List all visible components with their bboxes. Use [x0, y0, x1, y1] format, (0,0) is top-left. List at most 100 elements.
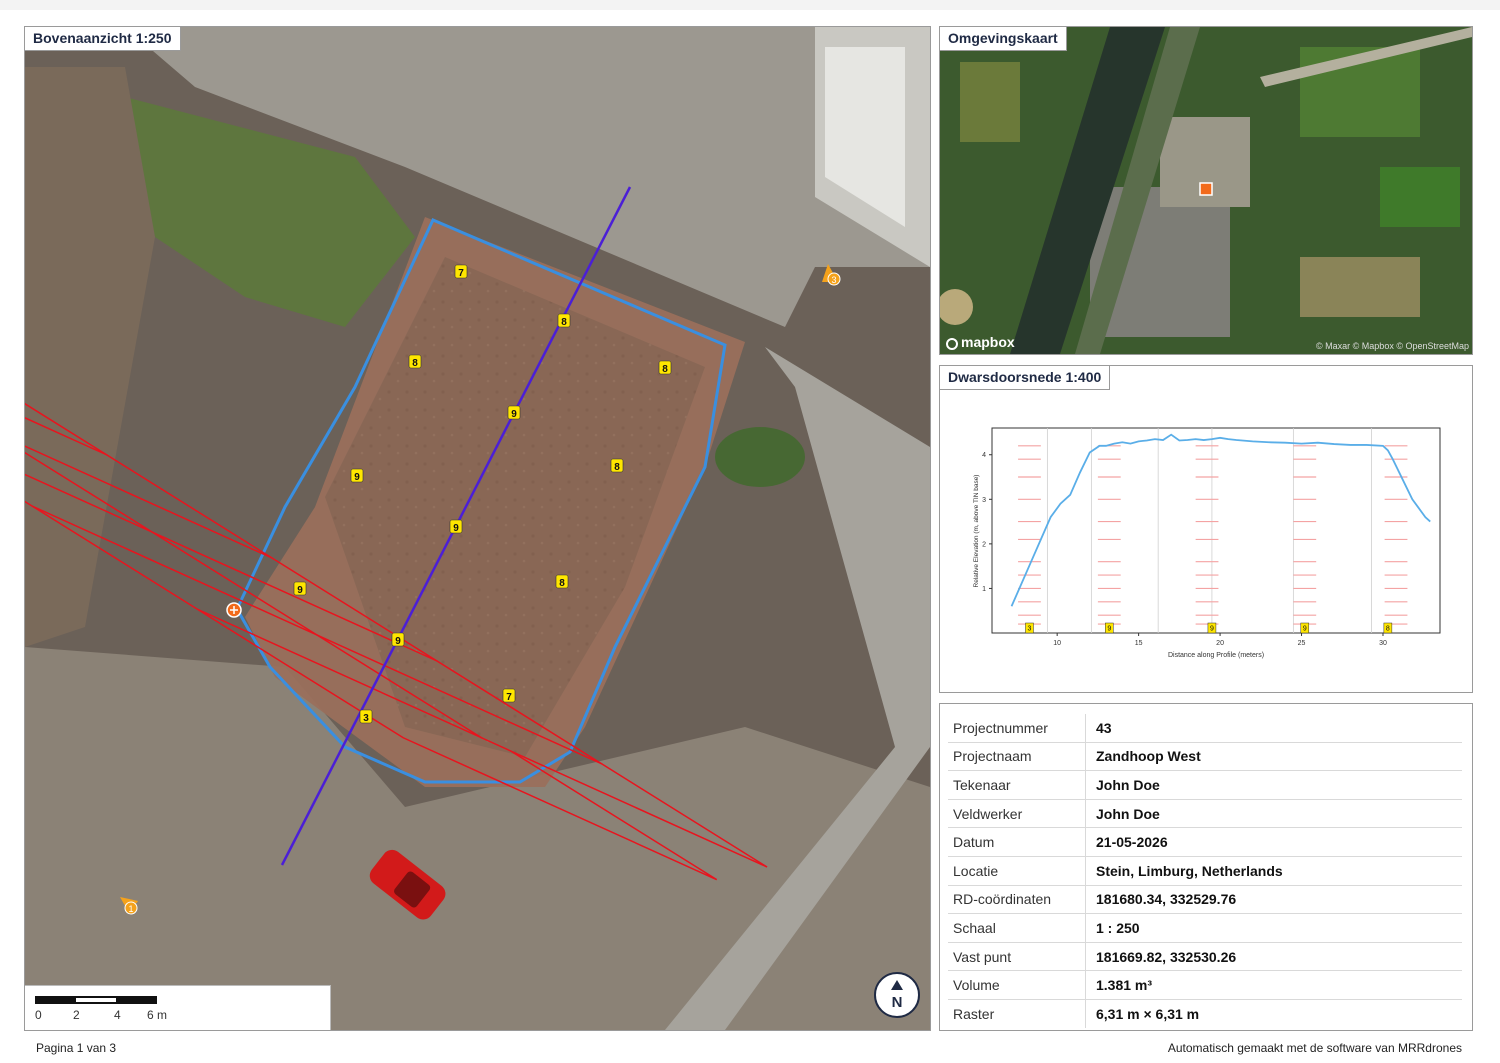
- grid-value-label: 8: [610, 458, 624, 473]
- site-location-marker[interactable]: [1199, 182, 1213, 196]
- info-value: Zandhoop West: [1085, 742, 1462, 772]
- column-value-label: 9: [1105, 622, 1114, 634]
- svg-text:8: 8: [662, 364, 668, 375]
- svg-text:7: 7: [458, 268, 464, 279]
- info-label: Volume: [948, 970, 1086, 1000]
- svg-text:9: 9: [1210, 626, 1214, 633]
- info-row: Projectnummer 43: [948, 714, 1462, 743]
- mapbox-logo-icon: [946, 338, 958, 350]
- scale-label-2: 2: [73, 1008, 80, 1022]
- x-tick-label: 20: [1216, 640, 1224, 647]
- info-row: Projectnaam Zandhoop West: [948, 742, 1462, 772]
- info-row: RD-coördinaten 181680.34, 332529.76: [948, 885, 1462, 915]
- x-tick-label: 10: [1053, 640, 1061, 647]
- info-value: John Doe: [1085, 799, 1462, 829]
- grid-value-label: 9: [449, 519, 463, 534]
- info-value: 1.381 m³: [1085, 970, 1462, 1000]
- info-label: Schaal: [948, 913, 1086, 943]
- scale-bar-graphic: [35, 996, 157, 1004]
- y-tick-label: 4: [982, 452, 986, 459]
- info-value: 181680.34, 332529.76: [1085, 885, 1462, 915]
- grid-value-label: 8: [555, 574, 569, 589]
- page-indicator: Pagina 1 van 3: [36, 1041, 117, 1055]
- info-value: John Doe: [1085, 770, 1462, 800]
- info-label: Projectnaam: [948, 742, 1086, 772]
- grid-value-label: 9: [293, 581, 307, 596]
- software-credit: Automatisch gemaakt met de software van …: [1167, 1041, 1462, 1055]
- info-label: Projectnummer: [948, 714, 1086, 743]
- svg-text:9: 9: [1303, 626, 1307, 633]
- info-row: Datum 21-05-2026: [948, 827, 1462, 857]
- svg-text:9: 9: [297, 585, 303, 596]
- info-row: Schaal 1 : 250: [948, 913, 1462, 943]
- north-arrow: N: [874, 972, 920, 1018]
- info-value: Stein, Limburg, Netherlands: [1085, 856, 1462, 886]
- info-row: Locatie Stein, Limburg, Netherlands: [948, 856, 1462, 886]
- info-value: 1 : 250: [1085, 913, 1462, 943]
- info-row: Raster 6,31 m × 6,31 m: [948, 999, 1462, 1028]
- grid-value-label: 9: [350, 468, 364, 483]
- info-row: Vast punt 181669.82, 332530.26: [948, 942, 1462, 972]
- info-value: 43: [1085, 714, 1462, 743]
- cross-section-title: Dwarsdoorsnede 1:400: [940, 366, 1111, 390]
- overview-map[interactable]: [940, 27, 1472, 354]
- x-axis-label: Distance along Profile (meters): [1168, 652, 1264, 659]
- project-info-table: Projectnummer 43 Projectnaam Zandhoop West T…: [948, 714, 1462, 1028]
- svg-text:9: 9: [453, 523, 459, 534]
- y-tick-label: 1: [982, 586, 986, 593]
- svg-text:8: 8: [614, 462, 620, 473]
- info-row: Veldwerker John Doe: [948, 799, 1462, 829]
- svg-text:8: 8: [1386, 626, 1390, 633]
- aerial-view-title: Bovenaanzicht 1:250: [25, 27, 181, 51]
- info-row: Volume 1.381 m³: [948, 970, 1462, 1000]
- profile-start-marker[interactable]: [226, 602, 242, 618]
- grid-value-label: 8: [557, 313, 571, 328]
- overview-map-title: Omgevingskaart: [940, 27, 1067, 51]
- info-label: RD-coördinaten: [948, 885, 1086, 915]
- svg-text:8: 8: [561, 317, 567, 328]
- svg-text:9: 9: [1107, 626, 1111, 633]
- top-bar: [0, 0, 1500, 10]
- cross-section-panel: Dwarsdoorsnede 1:400 10 15 20 25 30 1 2 3 4 Dista…: [939, 365, 1473, 693]
- info-label: Veldwerker: [948, 799, 1086, 829]
- grid-value-label: 7: [502, 688, 516, 703]
- svg-text:3: 3: [363, 713, 369, 724]
- svg-text:9: 9: [354, 472, 360, 483]
- y-axis-label: Relative Elevation (m, above TIN base): [973, 475, 980, 588]
- info-label: Raster: [948, 999, 1086, 1028]
- info-label: Vast punt: [948, 942, 1086, 972]
- grid-value-label: 3: [359, 709, 373, 724]
- scale-label-4: 4: [114, 1008, 121, 1022]
- svg-text:8: 8: [412, 358, 418, 369]
- info-value: 181669.82, 332530.26: [1085, 942, 1462, 972]
- overview-map-panel: Omgevingskaart mapbox © Maxar © Mapbox ©…: [939, 26, 1473, 355]
- y-tick-label: 2: [982, 541, 986, 548]
- svg-text:7: 7: [506, 692, 512, 703]
- svg-text:9: 9: [511, 409, 517, 420]
- aerial-map[interactable]: 7 8 8 8 9 9 8 9 9 8 9 7 3 3 1: [25, 27, 930, 1030]
- info-label: Datum: [948, 827, 1086, 857]
- y-tick-label: 3: [982, 497, 986, 504]
- column-value-label: 3: [1025, 622, 1034, 634]
- info-label: Locatie: [948, 856, 1086, 886]
- column-value-label: 9: [1300, 622, 1310, 634]
- map-attribution[interactable]: © Maxar © Mapbox © OpenStreetMap: [1316, 341, 1469, 351]
- grid-value-label: 8: [408, 354, 422, 369]
- svg-text:3: 3: [831, 275, 836, 285]
- grid-value-label: 9: [391, 632, 405, 647]
- aerial-view-panel: Bovenaanzicht 1:250 7 8 8 8 9 9 8 9 9 8 …: [24, 26, 931, 1031]
- grid-value-label: 9: [507, 405, 521, 420]
- info-row: Tekenaar John Doe: [948, 770, 1462, 800]
- info-value: 21-05-2026: [1085, 827, 1462, 857]
- column-value-label: 8: [1383, 622, 1393, 634]
- column-value-label: 9: [1207, 622, 1217, 634]
- info-value: 6,31 m × 6,31 m: [1096, 1005, 1200, 1022]
- svg-text:3: 3: [1028, 626, 1032, 633]
- cross-section-chart: 10 15 20 25 30 1 2 3 4 Distance along Profile (me…: [973, 427, 1441, 659]
- svg-text:9: 9: [395, 636, 401, 647]
- grid-value-label: 7: [454, 264, 468, 279]
- mapbox-logo: mapbox: [946, 334, 1015, 350]
- project-info-panel: Projectnummer 43 Projectnaam Zandhoop West T…: [939, 703, 1473, 1031]
- svg-text:8: 8: [559, 578, 565, 589]
- scale-label-0: 0: [35, 1008, 42, 1022]
